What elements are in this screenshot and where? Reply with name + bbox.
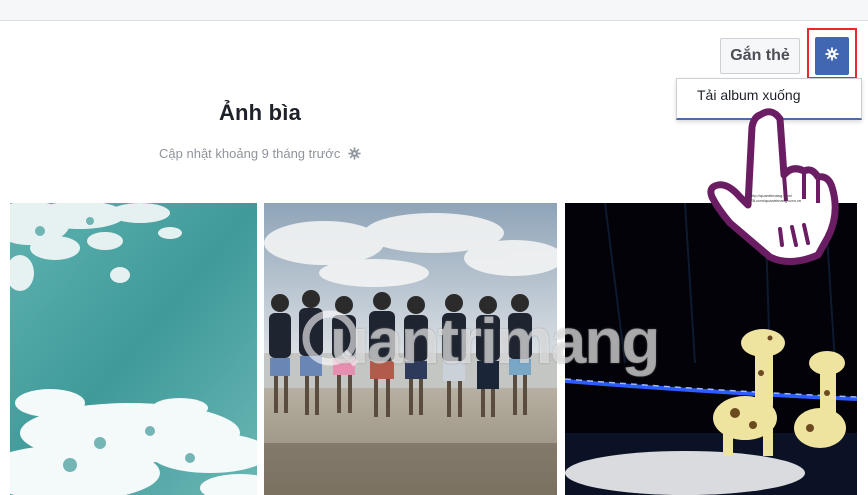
download-album-item[interactable]: Tải album xuống bbox=[697, 87, 801, 103]
album-photo-1[interactable] bbox=[10, 203, 257, 495]
album-photo-2[interactable] bbox=[264, 203, 557, 495]
album-updated-info: Cập nhật khoảng 9 tháng trước bbox=[110, 146, 410, 163]
pointing-hand-icon: http://quantrimang.com/ FB.com/quantrima… bbox=[700, 105, 845, 267]
gear-icon[interactable] bbox=[348, 147, 361, 163]
tag-button[interactable]: Gắn thẻ bbox=[720, 38, 800, 74]
album-updated-text: Cập nhật khoảng 9 tháng trước bbox=[159, 146, 341, 161]
hand-caption: http://quantrimang.com/ FB.com/quantrima… bbox=[750, 193, 802, 203]
highlight-annotation bbox=[807, 28, 857, 79]
top-bar bbox=[0, 0, 868, 21]
album-title: Ảnh bìa bbox=[218, 100, 302, 125]
